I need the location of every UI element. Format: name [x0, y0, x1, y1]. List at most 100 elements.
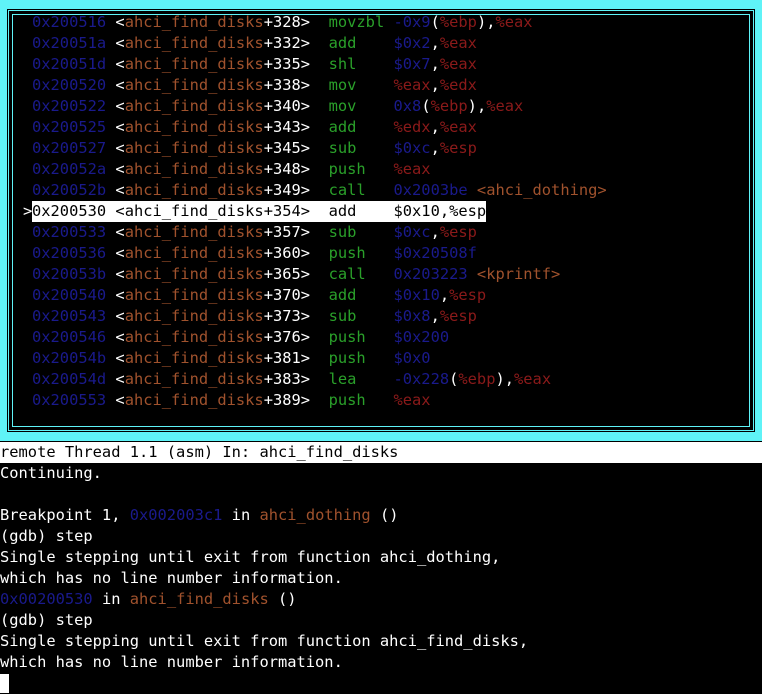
asm-line[interactable]: 0x200533 <ahci_find_disks+357> sub $0xc,…	[32, 222, 752, 243]
asm-line[interactable]: 0x20054b <ahci_find_disks+381> push $0x0	[32, 348, 752, 369]
instr-offset: +383	[263, 370, 301, 388]
instr-operand: %ebp	[430, 97, 468, 115]
instr-address: 0x200536	[32, 244, 107, 262]
instruction: 0x20054d <ahci_find_disks+383> lea -0x22…	[32, 370, 551, 388]
asm-line[interactable]: 0x20051a <ahci_find_disks+332> add $0x2,…	[32, 33, 752, 54]
instr-function: ahci_find_disks	[124, 181, 264, 199]
symbol-close: >	[300, 118, 311, 136]
instruction: 0x200536 <ahci_find_disks+360> push $0x2…	[32, 244, 477, 262]
instr-opcode: add	[328, 202, 357, 220]
asm-line[interactable]: 0x200540 <ahci_find_disks+370> add $0x10…	[32, 285, 752, 306]
instr-operand: (	[430, 13, 440, 31]
instr-address: 0x200530	[32, 202, 107, 220]
instr-opcode: mov	[328, 97, 357, 115]
instr-operand: -0x228	[393, 370, 450, 388]
asm-line[interactable]: 0x200516 <ahci_find_disks+328> movzbl -0…	[32, 12, 752, 33]
instr-opcode: add	[328, 34, 357, 52]
instr-opcode: movzbl	[328, 13, 385, 31]
asm-line[interactable]: 0x200543 <ahci_find_disks+373> sub $0x8,…	[32, 306, 752, 327]
instruction: 0x200525 <ahci_find_disks+343> add %edx,…	[32, 118, 477, 136]
console-line: Single stepping until exit from function…	[0, 547, 762, 568]
instr-operand: -0x9	[393, 13, 431, 31]
symbol-close: >	[300, 307, 311, 325]
instr-operand: %esp	[449, 286, 487, 304]
symbol-close: >	[300, 244, 311, 262]
instr-function: ahci_find_disks	[124, 97, 264, 115]
instruction: 0x20051d <ahci_find_disks+335> shl $0x7,…	[32, 55, 477, 73]
asm-line[interactable]: 0x200520 <ahci_find_disks+338> mov %eax,…	[32, 75, 752, 96]
instr-opcode: push	[328, 160, 366, 178]
instr-function: ahci_find_disks	[124, 307, 264, 325]
instr-operand: ,	[430, 76, 440, 94]
instr-offset: +370	[263, 286, 301, 304]
asm-line[interactable]: 0x200522 <ahci_find_disks+340> mov 0x8(%…	[32, 96, 752, 117]
current-instruction: 0x200530 <ahci_find_disks+354> add $0x10…	[32, 201, 487, 222]
instruction: 0x20054b <ahci_find_disks+381> push $0x0	[32, 349, 431, 367]
instr-address: 0x200516	[32, 13, 107, 31]
instr-operand	[468, 181, 477, 199]
asm-line[interactable]: 0x200536 <ahci_find_disks+360> push $0x2…	[32, 243, 752, 264]
instr-operand: $0xc	[393, 223, 431, 241]
instruction: 0x200540 <ahci_find_disks+370> add $0x10…	[32, 286, 486, 304]
asm-line[interactable]: 0x20053b <ahci_find_disks+365> call 0x20…	[32, 264, 752, 285]
instr-offset: +360	[263, 244, 301, 262]
symbol-close: >	[300, 160, 311, 178]
asm-listing[interactable]: 0x200516 < ahci_find_disks +328 > movzbl -0…	[23, 12, 752, 411]
asm-line[interactable]: 0x20052a <ahci_find_disks+348> push %eax	[32, 159, 752, 180]
console-function: ahci_find_disks	[129, 590, 269, 608]
asm-line[interactable]: 0x20051d <ahci_find_disks+335> shl $0x7,…	[32, 54, 752, 75]
instr-address: 0x20054b	[32, 349, 107, 367]
console-text: ()	[268, 590, 297, 608]
instr-address: 0x20054d	[32, 370, 107, 388]
instr-operand: 0x8	[393, 97, 422, 115]
instr-operand: $0x7	[393, 55, 431, 73]
instr-address: 0x200527	[32, 139, 107, 157]
instr-function: ahci_find_disks	[124, 34, 264, 52]
console-line: (gdb) step	[0, 526, 762, 547]
symbol-open: <	[115, 160, 125, 178]
symbol-open: <	[115, 328, 125, 346]
console-prompt-line[interactable]	[0, 673, 762, 694]
console-text: (gdb) step	[0, 611, 93, 629]
symbol-open: <	[115, 265, 125, 283]
instr-address: 0x200525	[32, 118, 107, 136]
text-cursor[interactable]	[0, 674, 9, 693]
asm-line[interactable]: 0x200525 <ahci_find_disks+343> add %edx,…	[32, 117, 752, 138]
instr-function: ahci_find_disks	[124, 370, 264, 388]
symbol-open: <	[115, 118, 125, 136]
symbol-open: <	[115, 55, 125, 73]
gdb-console[interactable]: Continuing. Breakpoint 1, 0x002003c1 in a…	[0, 463, 762, 694]
symbol-close: >	[300, 328, 311, 346]
instruction: 0x20052b <ahci_find_disks+349> call 0x20…	[32, 181, 607, 199]
instr-operand: $0xc	[393, 139, 431, 157]
symbol-open: <	[115, 13, 125, 31]
symbol-close: >	[300, 265, 311, 283]
asm-line[interactable]: 0x200527 <ahci_find_disks+345> sub $0xc,…	[32, 138, 752, 159]
instr-operand: <ahci_dothing>	[476, 181, 607, 199]
asm-line[interactable]: 0x200553 <ahci_find_disks+389> push %eax	[32, 390, 752, 411]
console-text: (gdb) step	[0, 527, 93, 545]
instr-offset: +328	[263, 13, 301, 31]
instr-offset: +345	[263, 139, 301, 157]
instr-operand: ,	[439, 286, 450, 304]
asm-line[interactable]: 0x20054d <ahci_find_disks+383> lea -0x22…	[32, 369, 752, 390]
asm-line[interactable]: >0x200530 <ahci_find_disks+354> add $0x1…	[23, 201, 752, 222]
instr-offset: +357	[263, 223, 301, 241]
instr-operand: $0x8	[393, 307, 431, 325]
symbol-open: <	[115, 286, 125, 304]
asm-line[interactable]: 0x20052b <ahci_find_disks+349> call 0x20…	[32, 180, 752, 201]
instr-operand: %eax	[486, 97, 524, 115]
instr-opcode: push	[328, 391, 366, 409]
asm-window-frame: 0x200516 < ahci_find_disks +328 > movzbl -0…	[0, 0, 762, 441]
instr-operand: %eax	[439, 118, 477, 136]
instr-operand: $0x0	[393, 349, 431, 367]
asm-line[interactable]: 0x200546 <ahci_find_disks+376> push $0x2…	[32, 327, 752, 348]
instr-operand: 0x203223	[393, 265, 468, 283]
instr-operand: $0x10	[393, 286, 440, 304]
instr-function: ahci_find_disks	[124, 349, 264, 367]
instr-operand: 0x2003be	[393, 181, 468, 199]
current-line-marker: >	[23, 202, 33, 220]
instr-operand: $0x2	[393, 34, 431, 52]
instr-address: 0x200522	[32, 97, 107, 115]
